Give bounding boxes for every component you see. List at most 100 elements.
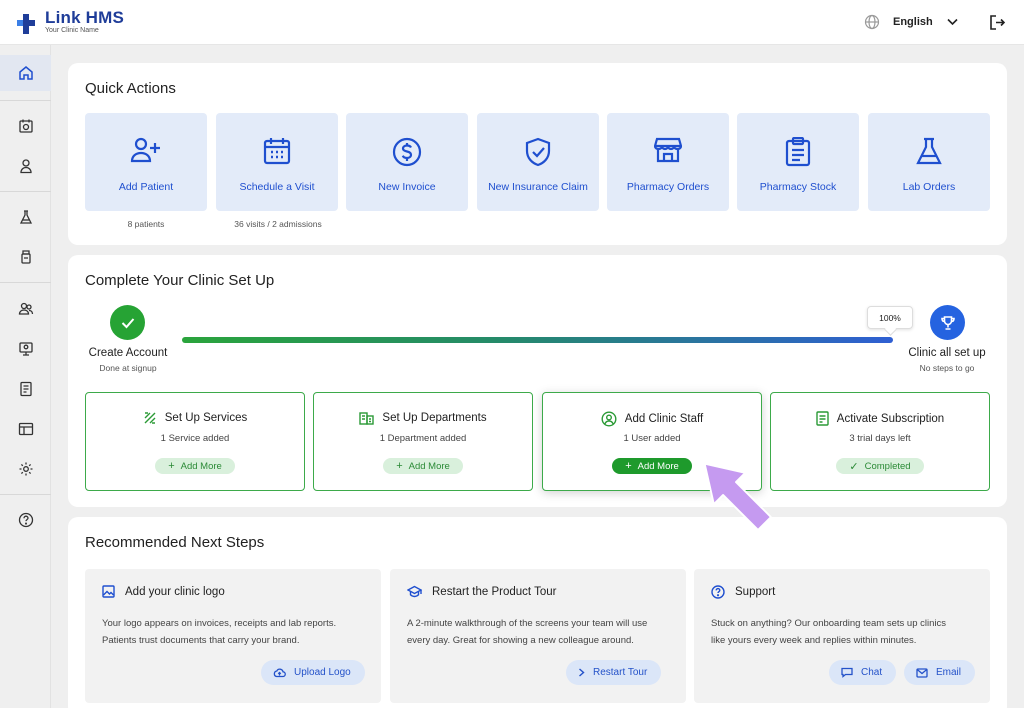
- flask-icon[interactable]: [0, 199, 51, 235]
- clinic-setup-card: Complete Your Clinic Set Up Create Accou…: [68, 255, 1007, 507]
- setup-departments-task: Set Up Departments 1 Department added + A…: [313, 392, 533, 491]
- clipboard-icon: [785, 137, 811, 167]
- sidebar-divider: [0, 494, 51, 495]
- clinic-setup-goal: [930, 305, 965, 340]
- bottle-icon[interactable]: [0, 239, 51, 275]
- setup-services-task: Set Up Services 1 Service added + Add Mor…: [85, 392, 305, 491]
- users-icon[interactable]: [0, 291, 51, 327]
- visits-count: 36 visits / 2 admissions: [234, 219, 322, 229]
- logo-recommendation-body-2: Patients trust documents that carry your…: [102, 635, 300, 646]
- product-tour-title: Restart the Product Tour: [432, 585, 557, 598]
- clinic-setup-sub: No steps to go: [919, 363, 975, 373]
- top-bar: Link HMS Your Clinic Name English: [0, 0, 1024, 45]
- add-patient-button[interactable]: Add Patient: [85, 113, 207, 211]
- create-account-title: Create Account: [88, 347, 168, 359]
- new-insurance-claim-label: New Insurance Claim: [488, 181, 588, 193]
- user-plus-icon: [130, 137, 160, 163]
- app-name: Link HMS: [45, 8, 125, 27]
- logo-recommendation-body-1: Your logo appears on invoices, receipts …: [102, 618, 337, 629]
- chevron-down-icon: [947, 18, 958, 26]
- recommended-title: Recommended Next Steps: [85, 534, 265, 551]
- schedule-visit-label: Schedule a Visit: [239, 181, 315, 193]
- clinic-name: Your Clinic Name: [45, 27, 99, 34]
- language-selector[interactable]: English: [864, 14, 958, 30]
- subscription-completed-badge: ✓ Completed: [836, 458, 924, 474]
- patients-count: 8 patients: [127, 219, 165, 229]
- pointer-arrow-icon: [703, 462, 772, 531]
- image-icon: [102, 585, 115, 598]
- logout-icon[interactable]: [989, 14, 1006, 31]
- check-icon: [121, 317, 134, 328]
- store-icon: [654, 137, 682, 163]
- setup-title: Complete Your Clinic Set Up: [85, 272, 275, 289]
- chat-button[interactable]: Chat: [829, 660, 897, 685]
- support-body-2: like yours every week and replies within…: [711, 635, 917, 646]
- sidebar-divider: [0, 100, 51, 101]
- new-invoice-button[interactable]: New Invoice: [346, 113, 468, 211]
- setup-services-title: Set Up Services: [164, 412, 248, 424]
- new-insurance-claim-button[interactable]: New Insurance Claim: [477, 113, 599, 211]
- departments-add-more-label: Add More: [408, 460, 450, 472]
- dollar-icon: [392, 137, 422, 167]
- sidebar-divider: [0, 282, 51, 283]
- report-icon[interactable]: [0, 371, 51, 407]
- progress-tooltip: 100%: [867, 306, 913, 329]
- chat-icon: [841, 667, 853, 678]
- setup-services-sub: 1 Service added: [160, 433, 230, 444]
- support-title: Support: [735, 586, 776, 598]
- departments-icon: [359, 412, 375, 425]
- create-account-sub: Done at signup: [99, 363, 157, 373]
- departments-add-more-button[interactable]: + Add More: [383, 458, 463, 474]
- help-icon[interactable]: [0, 502, 51, 538]
- calendar-icon[interactable]: [0, 108, 51, 144]
- email-label: Email: [936, 667, 962, 678]
- email-icon: [916, 667, 928, 678]
- setup-progress-bar: [182, 337, 893, 343]
- shield-check-icon: [525, 137, 551, 167]
- pharmacy-stock-label: Pharmacy Stock: [759, 181, 837, 193]
- pharmacy-stock-button[interactable]: Pharmacy Stock: [737, 113, 859, 211]
- upload-logo-button[interactable]: Upload Logo: [261, 660, 365, 685]
- sidebar-divider: [0, 191, 51, 192]
- gear-icon[interactable]: [0, 451, 51, 487]
- create-account-step: [110, 305, 145, 340]
- pharmacy-orders-label: Pharmacy Orders: [626, 181, 710, 193]
- quick-actions-card: Quick Actions Add Patient 8 patients Sch…: [68, 63, 1007, 245]
- language-label: English: [893, 16, 933, 28]
- setup-departments-sub: 1 Department added: [379, 433, 467, 444]
- activate-subscription-task: Activate Subscription 3 trial days left …: [770, 392, 990, 491]
- activate-subscription-sub: 3 trial days left: [849, 433, 911, 444]
- support-recommendation: Support Stuck on anything? Our onboardin…: [694, 569, 990, 703]
- app-logo[interactable]: Link HMS Your Clinic Name: [17, 9, 124, 36]
- logo-recommendation-title: Add your clinic logo: [125, 585, 225, 598]
- restart-tour-button[interactable]: Restart Tour: [566, 660, 662, 685]
- lab-orders-button[interactable]: Lab Orders: [868, 113, 990, 211]
- services-add-more-button[interactable]: + Add More: [155, 458, 235, 474]
- clinic-setup-title: Clinic all set up: [908, 347, 986, 359]
- subscription-completed-label: Completed: [864, 460, 911, 472]
- home-icon[interactable]: [0, 55, 51, 91]
- recommended-card: Recommended Next Steps Add your clinic l…: [68, 517, 1007, 708]
- product-tour-body-1: A 2-minute walkthrough of the screens yo…: [407, 618, 648, 629]
- setup-departments-title: Set Up Departments: [382, 412, 487, 424]
- globe-icon: [864, 14, 880, 30]
- graduation-cap-icon: [407, 585, 422, 598]
- pharmacy-orders-button[interactable]: Pharmacy Orders: [607, 113, 729, 211]
- schedule-visit-button[interactable]: Schedule a Visit: [216, 113, 338, 211]
- monitor-icon[interactable]: [0, 331, 51, 367]
- product-tour-recommendation: Restart the Product Tour A 2-minute walk…: [390, 569, 686, 703]
- user-icon[interactable]: [0, 148, 51, 184]
- sidebar: [0, 45, 51, 708]
- services-icon: [144, 412, 156, 424]
- email-button[interactable]: Email: [904, 660, 976, 685]
- chevron-right-icon: [579, 668, 585, 677]
- support-body-1: Stuck on anything? Our onboarding team s…: [711, 618, 946, 629]
- staff-add-more-button[interactable]: + Add More: [612, 458, 692, 474]
- logo-recommendation: Add your clinic logo Your logo appears o…: [85, 569, 381, 703]
- staff-icon: [601, 411, 617, 427]
- quick-actions-title: Quick Actions: [85, 80, 176, 97]
- table-icon[interactable]: [0, 411, 51, 447]
- restart-tour-label: Restart Tour: [593, 667, 648, 678]
- lab-orders-label: Lab Orders: [902, 181, 956, 193]
- product-tour-body-2: every day. Great for showing a new colle…: [407, 635, 634, 646]
